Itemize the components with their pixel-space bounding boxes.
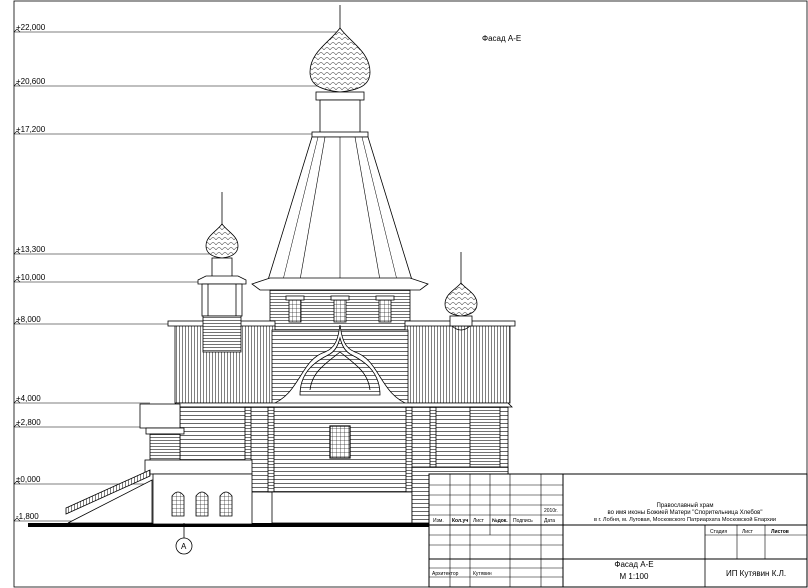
- tower-window-3: [378, 299, 392, 323]
- arch-window-2: [195, 491, 209, 517]
- level-label: +13,300: [16, 245, 46, 254]
- porch-base: [144, 459, 253, 475]
- axis-label-a: А: [181, 542, 187, 551]
- tb-list: Лист: [742, 529, 754, 535]
- level-label: +17,200: [16, 125, 46, 134]
- tb-person: Кутявин: [473, 571, 492, 577]
- arch-window-3: [219, 491, 233, 517]
- tower-window-2: [333, 299, 347, 323]
- drawing-title: Фасад А-Е: [482, 34, 521, 43]
- right-onion-dome: [444, 282, 478, 317]
- tb-project-line2: во имя иконы Божией Матери "Спорительниц…: [608, 509, 763, 516]
- left-drum-roof: [197, 275, 247, 285]
- tb-listov: Листов: [771, 529, 789, 535]
- drawing-sheet: Фасад А-Е +22,000 +20,600 +17,200 +13,300 +1…: [13, 0, 808, 588]
- tb-col-data: Дата: [544, 518, 555, 524]
- central-window: [329, 425, 351, 459]
- tb-col-podp: Подпись: [513, 518, 533, 524]
- tent-eaves: [251, 277, 429, 291]
- main-onion-dome: [309, 27, 371, 93]
- porch-roof: [139, 403, 181, 429]
- tb-stadia: Стадия: [710, 529, 727, 535]
- tb-company: ИП Кутявин К.Л.: [726, 569, 786, 578]
- tb-col-ndok: №док.: [492, 518, 508, 524]
- tb-project-line3: в г. Лобня, м. Луговая, Московского Патр…: [594, 516, 776, 523]
- tb-col-kol: Кол.уч: [452, 518, 468, 524]
- tower-window-1: [288, 299, 302, 323]
- tb-year: 2010г.: [544, 508, 558, 514]
- level-label: +4,000: [16, 394, 41, 403]
- level-label: +10,000: [16, 273, 46, 282]
- tb-sheet-title: Фасад А-Е: [614, 560, 653, 569]
- church-facade: [28, 5, 568, 527]
- arch-window-1: [171, 491, 185, 517]
- left-onion-dome: [205, 223, 239, 259]
- level-label: +8,000: [16, 315, 41, 324]
- main-drum: [315, 91, 365, 101]
- level-label: +22,000: [16, 23, 46, 32]
- tb-project-line1: Православный храм: [657, 502, 714, 509]
- tent-top-ring: [311, 131, 369, 138]
- right-drum: [449, 315, 473, 327]
- main-eaves: [171, 402, 513, 408]
- left-drum: [211, 257, 233, 279]
- tb-scale: М 1:100: [620, 572, 649, 581]
- left-belfry-base: [202, 315, 242, 353]
- right-roof: [404, 324, 511, 404]
- tb-col-list: Лист: [473, 518, 485, 524]
- level-label: +2,800: [16, 418, 41, 427]
- porch-posts: [149, 433, 181, 461]
- level-label: -1,800: [16, 512, 39, 521]
- level-label: +20,600: [16, 77, 46, 86]
- main-drum-lower: [319, 99, 361, 134]
- foundation: [271, 491, 413, 524]
- tb-col-izm: Изм.: [433, 518, 444, 524]
- level-label: ±0,000: [16, 475, 41, 484]
- tb-role: Архитектор: [432, 571, 459, 577]
